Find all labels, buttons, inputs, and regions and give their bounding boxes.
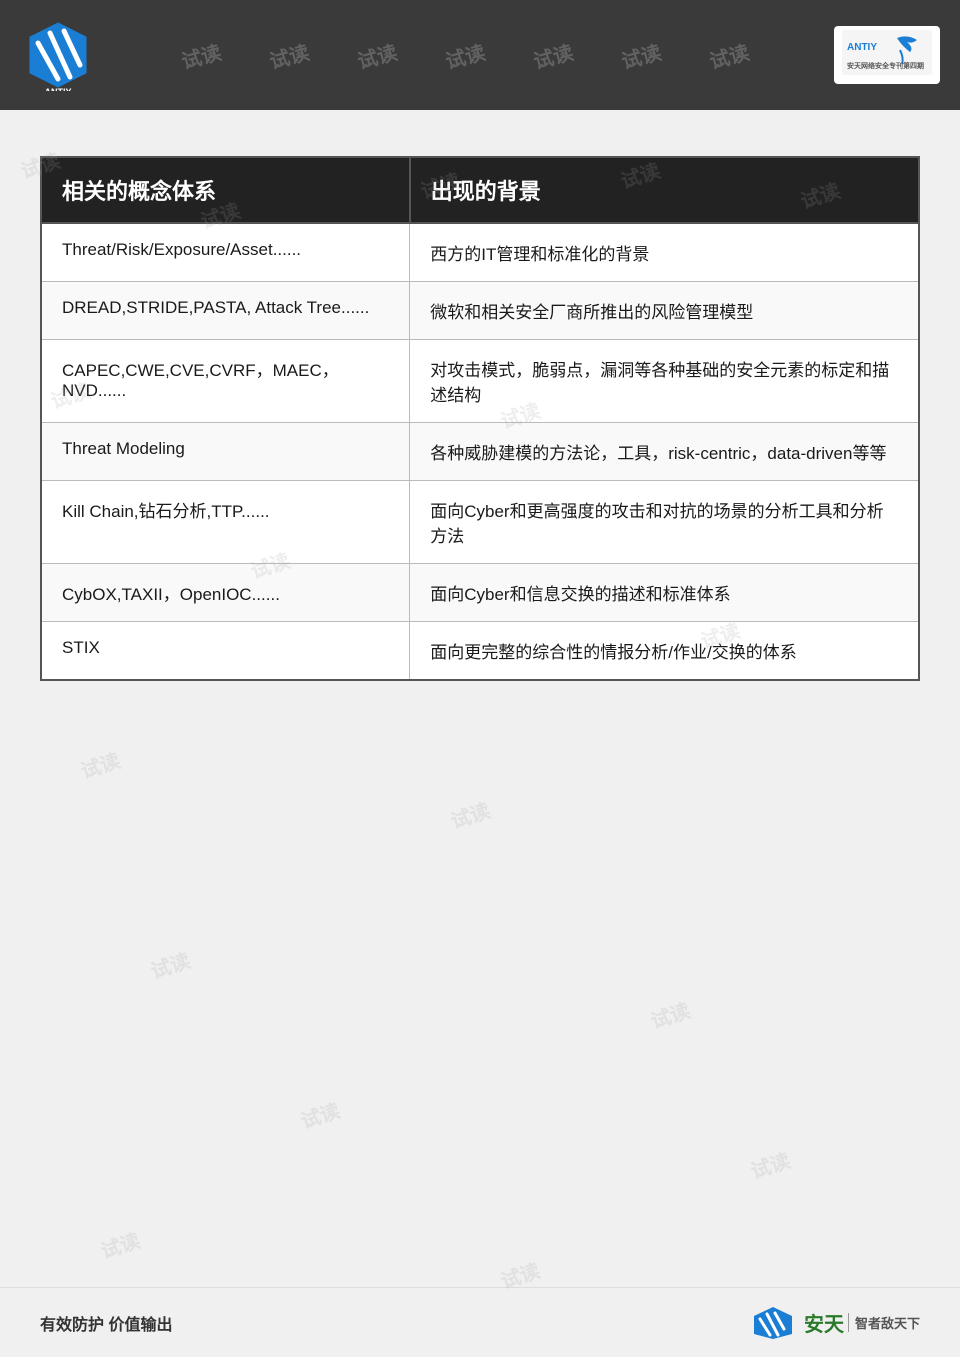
footer-brand-name: 安天 — [804, 1308, 844, 1337]
header-watermark-5: 试读 — [530, 41, 576, 70]
table-cell-right-4: 面向Cyber和更高强度的攻击和对抗的场景的分析工具和分析方法 — [410, 481, 919, 564]
footer-brand-suffix: 智者敌天下 — [848, 1313, 920, 1332]
table-cell-right-2: 对攻击模式，脆弱点，漏洞等各种基础的安全元素的标定和描述结构 — [410, 340, 919, 423]
svg-text:ANTIY: ANTIY — [847, 42, 877, 53]
header-logo: ANTIY — [18, 15, 98, 95]
footer-logo: 安天 智者敌天下 — [748, 1305, 920, 1341]
footer-brand-text: 安天 智者敌天下 — [804, 1308, 920, 1337]
brand-image: ANTIY 安天网络安全专刊第四期 — [842, 30, 932, 75]
header-watermark-3: 试读 — [354, 41, 400, 70]
table-row: DREAD,STRIDE,PASTA, Attack Tree......微软和… — [41, 282, 919, 340]
header-watermark-1: 试读 — [178, 41, 224, 70]
header-watermark-6: 试读 — [618, 41, 664, 70]
brand-logo-box: ANTIY 安天网络安全专刊第四期 — [834, 26, 940, 83]
wm-14: 试读 — [296, 1095, 343, 1135]
table-cell-left-4: Kill Chain,钻石分析,TTP...... — [41, 481, 410, 564]
table-cell-right-3: 各种威胁建模的方法论，工具，risk-centric，data-driven等等 — [410, 423, 919, 481]
header-watermark-7: 试读 — [706, 41, 752, 70]
table-row: STIX面向更完整的综合性的情报分析/作业/交换的体系 — [41, 622, 919, 681]
table-cell-left-5: CybOX,TAXII，OpenIOC...... — [41, 564, 410, 622]
content-table: 相关的概念体系 出现的背景 Threat/Risk/Exposure/Asset… — [40, 156, 920, 681]
header-watermark-4: 试读 — [442, 41, 488, 70]
table-cell-right-5: 面向Cyber和信息交换的描述和标准体系 — [410, 564, 919, 622]
header-watermark-2: 试读 — [266, 41, 312, 70]
header: ANTIY 试读 试读 试读 试读 试读 试读 试读 ANTIY 安天网络安全专… — [0, 0, 960, 110]
table-row: Kill Chain,钻石分析,TTP......面向Cyber和更高强度的攻击… — [41, 481, 919, 564]
svg-text:ANTIY: ANTIY — [45, 87, 72, 91]
wm-13: 试读 — [646, 995, 693, 1035]
table-row: CAPEC,CWE,CVE,CVRF，MAEC，NVD......对攻击模式，脆… — [41, 340, 919, 423]
footer: 有效防护 价值输出 安天 智者敌天下 — [0, 1287, 960, 1357]
header-brand: ANTIY 安天网络安全专刊第四期 — [832, 20, 942, 90]
table-cell-left-1: DREAD,STRIDE,PASTA, Attack Tree...... — [41, 282, 410, 340]
table-row: Threat Modeling各种威胁建模的方法论，工具，risk-centri… — [41, 423, 919, 481]
col1-header: 相关的概念体系 — [41, 157, 410, 223]
table-cell-left-6: STIX — [41, 622, 410, 681]
antiy-logo-icon: ANTIY — [22, 19, 94, 91]
svg-text:安天网络安全专刊第四期: 安天网络安全专刊第四期 — [847, 61, 924, 70]
table-cell-right-6: 面向更完整的综合性的情报分析/作业/交换的体系 — [410, 622, 919, 681]
table-cell-left-3: Threat Modeling — [41, 423, 410, 481]
col2-header: 出现的背景 — [410, 157, 919, 223]
table-cell-left-0: Threat/Risk/Exposure/Asset...... — [41, 223, 410, 282]
table-cell-right-1: 微软和相关安全厂商所推出的风险管理模型 — [410, 282, 919, 340]
main-content: 相关的概念体系 出现的背景 Threat/Risk/Exposure/Asset… — [0, 110, 960, 721]
wm-10: 试读 — [76, 745, 123, 785]
table-row: Threat/Risk/Exposure/Asset......西方的IT管理和… — [41, 223, 919, 282]
wm-15: 试读 — [746, 1145, 793, 1185]
header-watermarks: 试读 试读 试读 试读 试读 试读 试读 — [98, 41, 832, 70]
table-cell-left-2: CAPEC,CWE,CVE,CVRF，MAEC，NVD...... — [41, 340, 410, 423]
table-row: CybOX,TAXII，OpenIOC......面向Cyber和信息交换的描述… — [41, 564, 919, 622]
footer-slogan: 有效防护 价值输出 — [40, 1311, 172, 1335]
wm-16: 试读 — [96, 1225, 143, 1265]
table-cell-right-0: 西方的IT管理和标准化的背景 — [410, 223, 919, 282]
footer-antiy-icon — [748, 1305, 798, 1341]
wm-12: 试读 — [146, 945, 193, 985]
wm-11: 试读 — [446, 795, 493, 835]
